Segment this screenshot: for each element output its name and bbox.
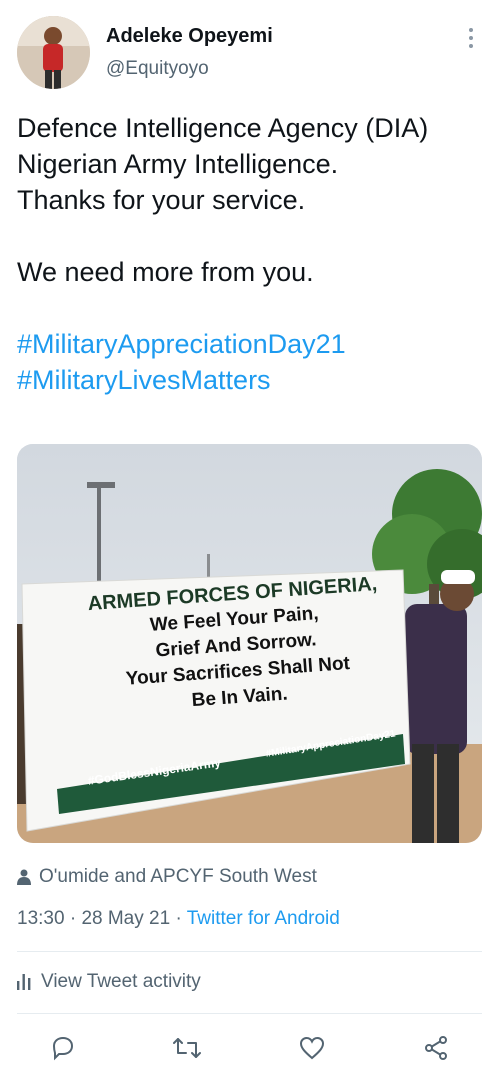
- bar-chart-icon: [17, 974, 31, 990]
- more-vertical-icon[interactable]: [461, 28, 481, 52]
- reply-icon[interactable]: [43, 1028, 83, 1068]
- divider: [17, 1013, 482, 1014]
- meta-separator: ·: [175, 908, 182, 929]
- tweet-source-link[interactable]: Twitter for Android: [187, 908, 340, 929]
- author-name[interactable]: Adeleke Opeyemi: [106, 25, 273, 48]
- share-icon[interactable]: [416, 1028, 456, 1068]
- tweet-line: We need more from you.: [17, 257, 314, 287]
- tweet-line: [17, 218, 487, 254]
- tweet-line: Nigerian Army Intelligence.: [17, 149, 339, 179]
- tweet-meta: 13:30 · 28 May 21 · Twitter for Android: [17, 908, 340, 930]
- tweet-date: 28 May 21: [81, 908, 171, 929]
- retweet-icon[interactable]: [167, 1028, 207, 1068]
- tweet-media-image[interactable]: ARMED FORCES OF NIGERIA, We Feel Your Pa…: [17, 444, 482, 843]
- tweet-text: Defence Intelligence Agency (DIA) Nigeri…: [17, 110, 487, 398]
- hashtag-link[interactable]: #MilitaryAppreciationDay21: [17, 326, 487, 362]
- person-icon: [17, 869, 31, 885]
- attribution-text: O'umide and APCYF South West: [39, 866, 317, 887]
- tweet-line: [17, 290, 487, 326]
- avatar-image: [17, 16, 90, 89]
- meta-separator: ·: [69, 908, 77, 929]
- media-tag-attribution[interactable]: O'umide and APCYF South West: [17, 866, 317, 888]
- author-handle[interactable]: @Equityoyo: [106, 58, 209, 80]
- banner-text: ARMED FORCES OF NIGERIA, We Feel Your Pa…: [47, 568, 425, 723]
- view-tweet-activity-label: View Tweet activity: [41, 971, 201, 992]
- tweet-time: 13:30: [17, 908, 65, 929]
- avatar[interactable]: [17, 16, 90, 89]
- divider: [17, 951, 482, 952]
- action-bar: [0, 1028, 499, 1068]
- heart-icon[interactable]: [292, 1028, 332, 1068]
- tweet-line: Defence Intelligence Agency (DIA): [17, 113, 429, 143]
- tweet-line: Thanks for your service.: [17, 185, 306, 215]
- hashtag-link[interactable]: #MilitaryLivesMatters: [17, 362, 487, 398]
- view-tweet-activity-button[interactable]: View Tweet activity: [17, 971, 201, 993]
